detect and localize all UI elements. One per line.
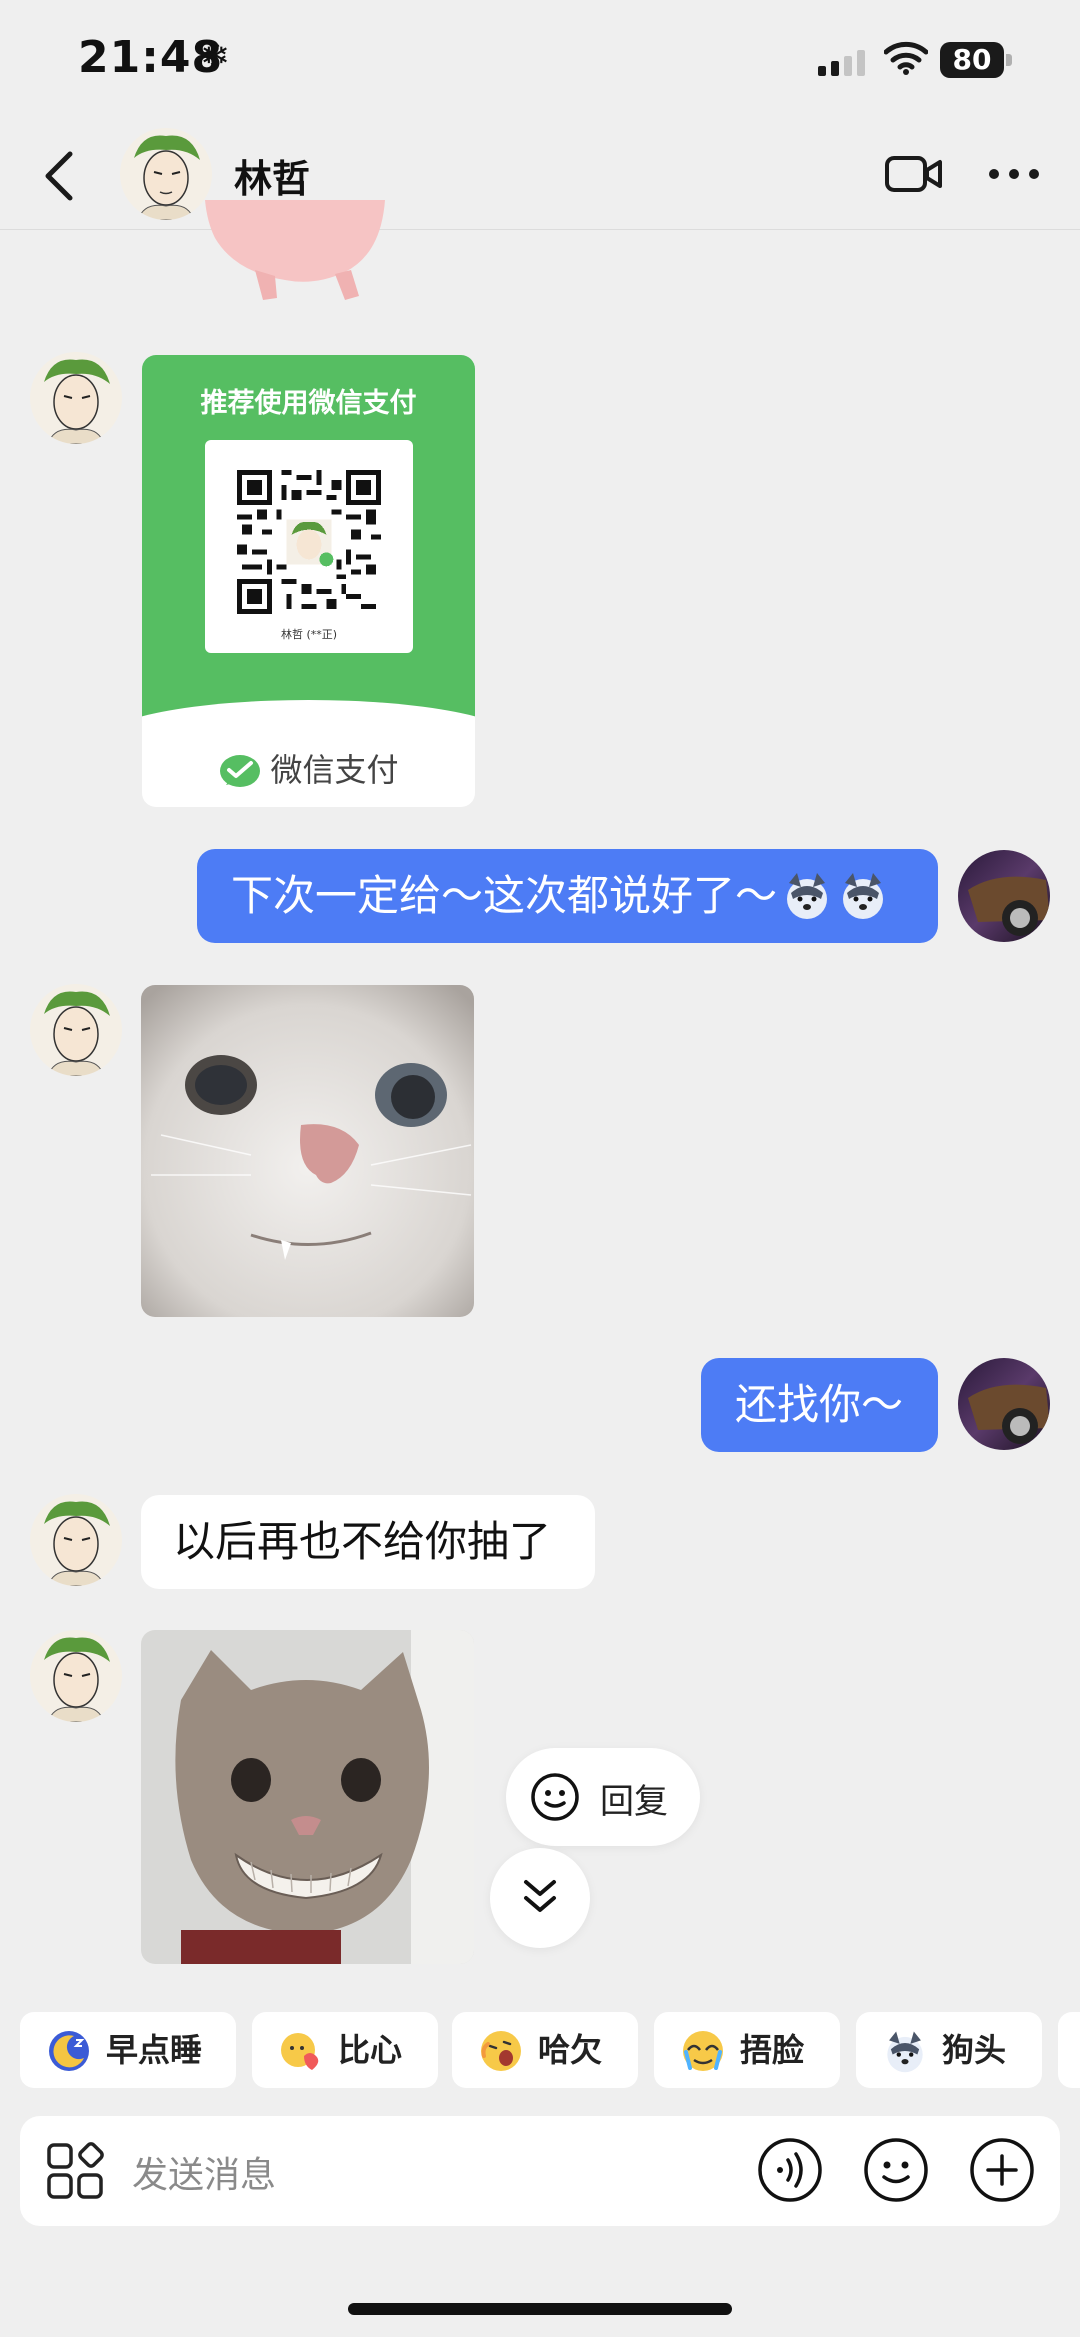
quick-reply-chip[interactable]: 比心 xyxy=(252,2012,438,2088)
apps-grid-icon[interactable] xyxy=(46,2142,104,2200)
emoji-icon[interactable] xyxy=(862,2136,930,2204)
chip-label: 哈欠 xyxy=(538,2031,603,2069)
my-message-bubble[interactable]: 还找你～ xyxy=(701,1358,938,1452)
cellular-signal-icon xyxy=(818,50,868,76)
message-input[interactable]: 发送消息 xyxy=(132,2146,276,2198)
message-text: 以后再也不给你抽了 xyxy=(173,1517,552,1566)
plus-icon[interactable] xyxy=(968,2136,1036,2204)
battery-level: 80 xyxy=(940,42,1004,78)
wechat-pay-footer: 微信支付 xyxy=(142,745,475,791)
contact-avatar[interactable] xyxy=(120,128,212,220)
wechat-pay-label: 微信支付 xyxy=(270,751,399,789)
snowflake-icon: ❄ xyxy=(200,36,231,77)
qr-code-panel: 林哲 (**正) xyxy=(205,440,413,653)
message-text: 下次一定给～这次都说好了～ xyxy=(231,871,778,920)
home-indicator[interactable] xyxy=(348,2303,732,2315)
message-text: 还找你～ xyxy=(735,1380,904,1429)
my-avatar[interactable] xyxy=(958,1358,1050,1450)
heart-hands-emoji xyxy=(281,2033,319,2070)
dog-head-emoji xyxy=(787,872,828,919)
my-message-bubble[interactable]: 下次一定给～这次都说好了～ xyxy=(197,849,938,943)
quick-reply-bar: 早点睡 比心 哈欠 捂脸 狗头 xyxy=(0,2012,1080,2092)
yawn-emoji xyxy=(481,2031,521,2071)
quick-reply-chip-partial[interactable] xyxy=(1058,2012,1080,2088)
smiley-icon xyxy=(531,1773,579,1821)
contact-name: 林哲 xyxy=(234,157,311,201)
chip-label: 狗头 xyxy=(942,2031,1007,2069)
dog-head-emoji xyxy=(843,872,884,919)
contact-message-bubble[interactable]: 以后再也不给你抽了 xyxy=(141,1495,595,1589)
dog-head-emoji xyxy=(887,2031,923,2073)
video-camera-icon[interactable] xyxy=(884,150,944,198)
moon-sleep-emoji xyxy=(49,2031,89,2071)
reply-label: 回复 xyxy=(600,1782,668,1822)
cat-sticker-image[interactable] xyxy=(141,985,474,1317)
my-avatar[interactable] xyxy=(958,850,1050,942)
grinning-cat-sticker-image[interactable] xyxy=(141,1630,474,1964)
qr-card-heading: 推荐使用微信支付 xyxy=(200,388,417,419)
pig-sticker-image[interactable] xyxy=(205,200,385,304)
chip-label: 捂脸 xyxy=(740,2031,805,2069)
contact-avatar[interactable] xyxy=(30,352,122,444)
chip-label: 早点睡 xyxy=(106,2031,203,2069)
battery-indicator: 80 xyxy=(940,42,1012,78)
quick-reply-chip[interactable]: 早点睡 xyxy=(20,2012,236,2088)
facepalm-emoji xyxy=(683,2031,723,2071)
wechat-pay-qr-card[interactable]: 推荐使用微信支付 林哲 (**正) 微信支付 xyxy=(142,355,475,807)
contact-avatar[interactable] xyxy=(30,1494,122,1586)
contact-avatar[interactable] xyxy=(30,984,122,1076)
qr-code-image xyxy=(237,470,381,614)
wechat-pay-icon xyxy=(220,755,261,787)
quick-reply-chip[interactable]: 哈欠 xyxy=(452,2012,638,2088)
wifi-icon xyxy=(884,41,928,75)
scroll-to-bottom-button[interactable] xyxy=(490,1848,590,1948)
qr-owner-name: 林哲 (**正) xyxy=(280,628,338,641)
quick-reply-chip[interactable]: 捂脸 xyxy=(654,2012,840,2088)
voice-icon[interactable] xyxy=(756,2136,824,2204)
chevron-left-icon[interactable] xyxy=(40,148,80,204)
quick-reply-chip[interactable]: 狗头 xyxy=(856,2012,1042,2088)
contact-avatar[interactable] xyxy=(30,1630,122,1722)
more-dots-icon[interactable] xyxy=(988,160,1040,188)
double-chevron-down-icon xyxy=(524,1880,556,1912)
chip-label: 比心 xyxy=(338,2031,403,2069)
reply-button[interactable]: 回复 xyxy=(506,1748,700,1846)
